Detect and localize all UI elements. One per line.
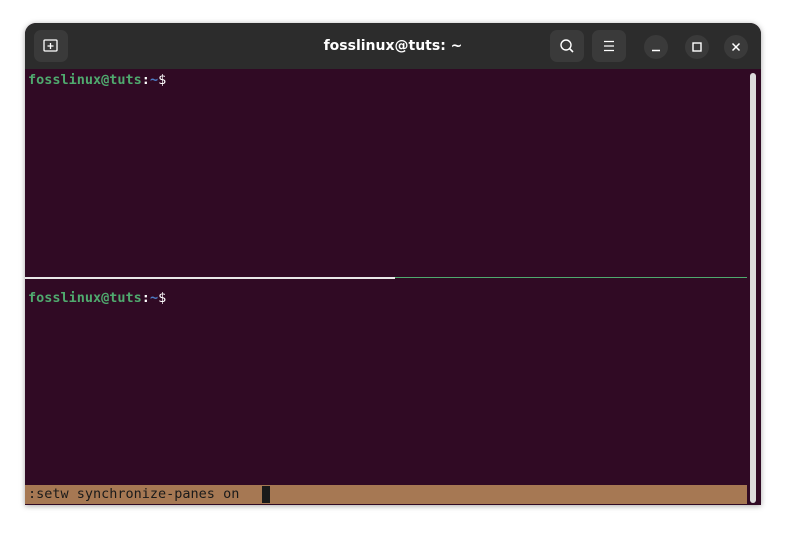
terminal-area[interactable]: fosslinux@tuts:~$ fosslinux@tuts:~$ :set… <box>25 69 761 505</box>
prompt-user-host: fosslinux@tuts <box>28 72 142 88</box>
tmux-command-bar[interactable]: :setw synchronize-panes on <box>25 485 747 504</box>
text-cursor <box>262 486 270 503</box>
prompt-separator: : <box>141 72 150 88</box>
maximize-button[interactable] <box>685 35 709 59</box>
minimize-icon <box>652 49 660 52</box>
hamburger-menu-icon <box>604 40 614 52</box>
bottom-pane-prompt: fosslinux@tuts:~$ <box>28 290 166 306</box>
minimize-button[interactable] <box>644 35 668 59</box>
search-icon <box>560 39 574 53</box>
top-pane-prompt: fosslinux@tuts:~$ <box>28 72 166 88</box>
pane-divider[interactable] <box>395 277 747 278</box>
menu-button[interactable] <box>592 30 626 62</box>
terminal-window: fosslinux@tuts: ~ fosslinux@tuts:~$ foss… <box>25 23 761 505</box>
close-button[interactable] <box>724 35 748 59</box>
scrollbar[interactable] <box>750 73 756 503</box>
tmux-command-text: :setw synchronize-panes on <box>28 486 240 502</box>
maximize-icon <box>692 42 702 52</box>
titlebar: fosslinux@tuts: ~ <box>25 23 761 69</box>
prompt-symbol: $ <box>158 72 167 88</box>
prompt-user-host: fosslinux@tuts <box>28 290 142 306</box>
prompt-path: ~ <box>149 290 159 306</box>
prompt-path: ~ <box>149 72 159 88</box>
close-icon <box>731 42 741 52</box>
pane-divider-active[interactable] <box>25 277 395 279</box>
prompt-separator: : <box>141 290 150 306</box>
search-button[interactable] <box>550 30 584 62</box>
prompt-symbol: $ <box>158 290 167 306</box>
